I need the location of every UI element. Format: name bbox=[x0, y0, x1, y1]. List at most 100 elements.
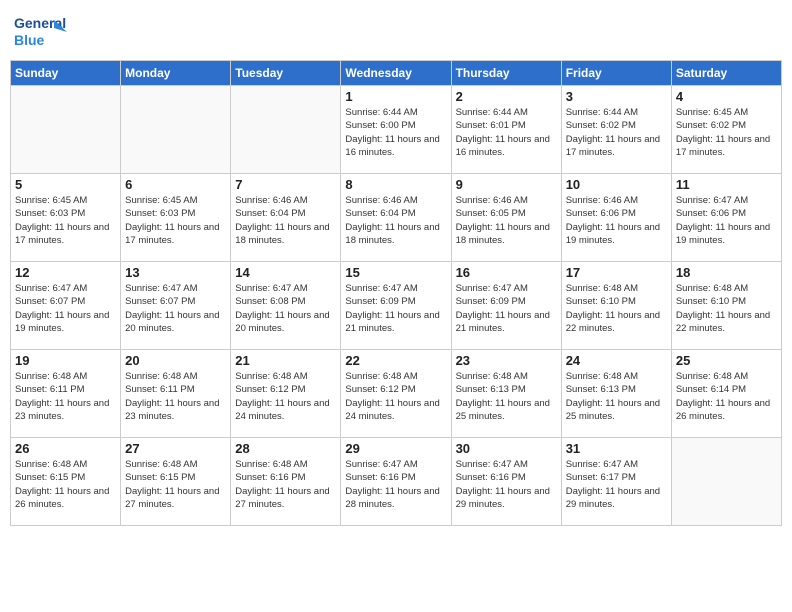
day-number: 23 bbox=[456, 353, 557, 368]
calendar-cell: 1Sunrise: 6:44 AMSunset: 6:00 PMDaylight… bbox=[341, 86, 451, 174]
calendar-cell: 26 Sunrise: 6:48 AMSunset: 6:15 PMDayligh… bbox=[11, 438, 121, 526]
day-number: 16 bbox=[456, 265, 557, 280]
day-number: 17 bbox=[566, 265, 667, 280]
day-info: Sunrise: 6:47 AMSunset: 6:09 PMDaylight:… bbox=[456, 282, 557, 335]
day-number: 15 bbox=[345, 265, 446, 280]
day-number: 7 bbox=[235, 177, 336, 192]
calendar-cell bbox=[671, 438, 781, 526]
day-number: 4 bbox=[676, 89, 777, 104]
day-info: Sunrise: 6:48 AMSunset: 6:12 PMDaylight:… bbox=[345, 370, 446, 423]
day-info: Sunrise: 6:47 AMSunset: 6:08 PMDaylight:… bbox=[235, 282, 336, 335]
calendar-cell bbox=[121, 86, 231, 174]
day-number: 1 bbox=[345, 89, 446, 104]
day-of-week-header: Thursday bbox=[451, 61, 561, 86]
day-of-week-header: Saturday bbox=[671, 61, 781, 86]
day-info: Sunrise: 6:47 AMSunset: 6:06 PMDaylight:… bbox=[676, 194, 777, 247]
calendar-cell: 25 Sunrise: 6:48 AMSunset: 6:14 PMDayligh… bbox=[671, 350, 781, 438]
calendar-cell bbox=[231, 86, 341, 174]
calendar-cell: 17 Sunrise: 6:48 AMSunset: 6:10 PMDayligh… bbox=[561, 262, 671, 350]
calendar-cell: 4Sunrise: 6:45 AMSunset: 6:02 PMDaylight… bbox=[671, 86, 781, 174]
day-info: Sunrise: 6:48 AMSunset: 6:13 PMDaylight:… bbox=[456, 370, 557, 423]
day-info: Sunrise: 6:47 AMSunset: 6:16 PMDaylight:… bbox=[345, 458, 446, 511]
day-info: Sunrise: 6:45 AMSunset: 6:03 PMDaylight:… bbox=[125, 194, 226, 247]
calendar-cell: 29 Sunrise: 6:47 AMSunset: 6:16 PMDayligh… bbox=[341, 438, 451, 526]
day-info: Sunrise: 6:46 AMSunset: 6:05 PMDaylight:… bbox=[456, 194, 557, 247]
calendar-cell: 23 Sunrise: 6:48 AMSunset: 6:13 PMDayligh… bbox=[451, 350, 561, 438]
day-number: 26 bbox=[15, 441, 116, 456]
day-number: 8 bbox=[345, 177, 446, 192]
day-info: Sunrise: 6:45 AMSunset: 6:03 PMDaylight:… bbox=[15, 194, 116, 247]
day-number: 13 bbox=[125, 265, 226, 280]
day-number: 30 bbox=[456, 441, 557, 456]
day-info: Sunrise: 6:48 AMSunset: 6:11 PMDaylight:… bbox=[125, 370, 226, 423]
calendar-cell: 21Sunrise: 6:48 AMSunset: 6:12 PMDayligh… bbox=[231, 350, 341, 438]
day-number: 6 bbox=[125, 177, 226, 192]
calendar-cell: 13Sunrise: 6:47 AMSunset: 6:07 PMDayligh… bbox=[121, 262, 231, 350]
day-number: 24 bbox=[566, 353, 667, 368]
day-number: 28 bbox=[235, 441, 336, 456]
day-number: 14 bbox=[235, 265, 336, 280]
calendar-cell: 7Sunrise: 6:46 AMSunset: 6:04 PMDaylight… bbox=[231, 174, 341, 262]
calendar-cell: 22Sunrise: 6:48 AMSunset: 6:12 PMDayligh… bbox=[341, 350, 451, 438]
calendar-cell: 19Sunrise: 6:48 AMSunset: 6:11 PMDayligh… bbox=[11, 350, 121, 438]
calendar-week-row: 19Sunrise: 6:48 AMSunset: 6:11 PMDayligh… bbox=[11, 350, 782, 438]
day-number: 11 bbox=[676, 177, 777, 192]
calendar-week-row: 1Sunrise: 6:44 AMSunset: 6:00 PMDaylight… bbox=[11, 86, 782, 174]
day-number: 21 bbox=[235, 353, 336, 368]
day-info: Sunrise: 6:47 AMSunset: 6:09 PMDaylight:… bbox=[345, 282, 446, 335]
day-number: 9 bbox=[456, 177, 557, 192]
day-info: Sunrise: 6:46 AMSunset: 6:04 PMDaylight:… bbox=[345, 194, 446, 247]
day-info: Sunrise: 6:44 AMSunset: 6:02 PMDaylight:… bbox=[566, 106, 667, 159]
day-of-week-header: Monday bbox=[121, 61, 231, 86]
calendar-cell: 9 Sunrise: 6:46 AMSunset: 6:05 PMDaylight… bbox=[451, 174, 561, 262]
logo-svg: GeneralBlue bbox=[14, 10, 69, 52]
calendar-cell: 2Sunrise: 6:44 AMSunset: 6:01 PMDaylight… bbox=[451, 86, 561, 174]
day-of-week-header: Friday bbox=[561, 61, 671, 86]
calendar-cell: 28 Sunrise: 6:48 AMSunset: 6:16 PMDayligh… bbox=[231, 438, 341, 526]
calendar-cell: 16 Sunrise: 6:47 AMSunset: 6:09 PMDayligh… bbox=[451, 262, 561, 350]
calendar-cell: 31 Sunrise: 6:47 AMSunset: 6:17 PMDayligh… bbox=[561, 438, 671, 526]
day-info: Sunrise: 6:48 AMSunset: 6:15 PMDaylight:… bbox=[15, 458, 116, 511]
day-info: Sunrise: 6:48 AMSunset: 6:14 PMDaylight:… bbox=[676, 370, 777, 423]
calendar-cell: 12Sunrise: 6:47 AMSunset: 6:07 PMDayligh… bbox=[11, 262, 121, 350]
calendar-cell: 20 Sunrise: 6:48 AMSunset: 6:11 PMDayligh… bbox=[121, 350, 231, 438]
day-info: Sunrise: 6:48 AMSunset: 6:15 PMDaylight:… bbox=[125, 458, 226, 511]
calendar-cell: 14 Sunrise: 6:47 AMSunset: 6:08 PMDayligh… bbox=[231, 262, 341, 350]
day-number: 12 bbox=[15, 265, 116, 280]
calendar-cell: 24Sunrise: 6:48 AMSunset: 6:13 PMDayligh… bbox=[561, 350, 671, 438]
calendar-cell: 6 Sunrise: 6:45 AMSunset: 6:03 PMDaylight… bbox=[121, 174, 231, 262]
day-info: Sunrise: 6:48 AMSunset: 6:16 PMDaylight:… bbox=[235, 458, 336, 511]
day-number: 20 bbox=[125, 353, 226, 368]
day-of-week-header: Sunday bbox=[11, 61, 121, 86]
day-info: Sunrise: 6:48 AMSunset: 6:10 PMDaylight:… bbox=[566, 282, 667, 335]
calendar-table: SundayMondayTuesdayWednesdayThursdayFrid… bbox=[10, 60, 782, 526]
calendar-cell bbox=[11, 86, 121, 174]
day-number: 25 bbox=[676, 353, 777, 368]
day-info: Sunrise: 6:48 AMSunset: 6:10 PMDaylight:… bbox=[676, 282, 777, 335]
logo: GeneralBlue bbox=[14, 10, 69, 52]
calendar-cell: 30 Sunrise: 6:47 AMSunset: 6:16 PMDayligh… bbox=[451, 438, 561, 526]
calendar-cell: 15 Sunrise: 6:47 AMSunset: 6:09 PMDayligh… bbox=[341, 262, 451, 350]
calendar-cell: 27 Sunrise: 6:48 AMSunset: 6:15 PMDayligh… bbox=[121, 438, 231, 526]
day-number: 5 bbox=[15, 177, 116, 192]
calendar-cell: 8 Sunrise: 6:46 AMSunset: 6:04 PMDaylight… bbox=[341, 174, 451, 262]
calendar-cell: 11 Sunrise: 6:47 AMSunset: 6:06 PMDayligh… bbox=[671, 174, 781, 262]
day-of-week-header: Wednesday bbox=[341, 61, 451, 86]
calendar-week-row: 5 Sunrise: 6:45 AMSunset: 6:03 PMDaylight… bbox=[11, 174, 782, 262]
calendar-cell: 5 Sunrise: 6:45 AMSunset: 6:03 PMDaylight… bbox=[11, 174, 121, 262]
calendar-header-row: SundayMondayTuesdayWednesdayThursdayFrid… bbox=[11, 61, 782, 86]
day-number: 3 bbox=[566, 89, 667, 104]
day-number: 10 bbox=[566, 177, 667, 192]
calendar-cell: 10Sunrise: 6:46 AMSunset: 6:06 PMDayligh… bbox=[561, 174, 671, 262]
day-number: 31 bbox=[566, 441, 667, 456]
calendar-cell: 3 Sunrise: 6:44 AMSunset: 6:02 PMDaylight… bbox=[561, 86, 671, 174]
calendar-week-row: 12Sunrise: 6:47 AMSunset: 6:07 PMDayligh… bbox=[11, 262, 782, 350]
day-info: Sunrise: 6:47 AMSunset: 6:16 PMDaylight:… bbox=[456, 458, 557, 511]
calendar-week-row: 26 Sunrise: 6:48 AMSunset: 6:15 PMDayligh… bbox=[11, 438, 782, 526]
day-info: Sunrise: 6:48 AMSunset: 6:11 PMDaylight:… bbox=[15, 370, 116, 423]
day-of-week-header: Tuesday bbox=[231, 61, 341, 86]
svg-text:Blue: Blue bbox=[14, 32, 45, 48]
day-number: 29 bbox=[345, 441, 446, 456]
day-info: Sunrise: 6:47 AMSunset: 6:17 PMDaylight:… bbox=[566, 458, 667, 511]
day-number: 27 bbox=[125, 441, 226, 456]
